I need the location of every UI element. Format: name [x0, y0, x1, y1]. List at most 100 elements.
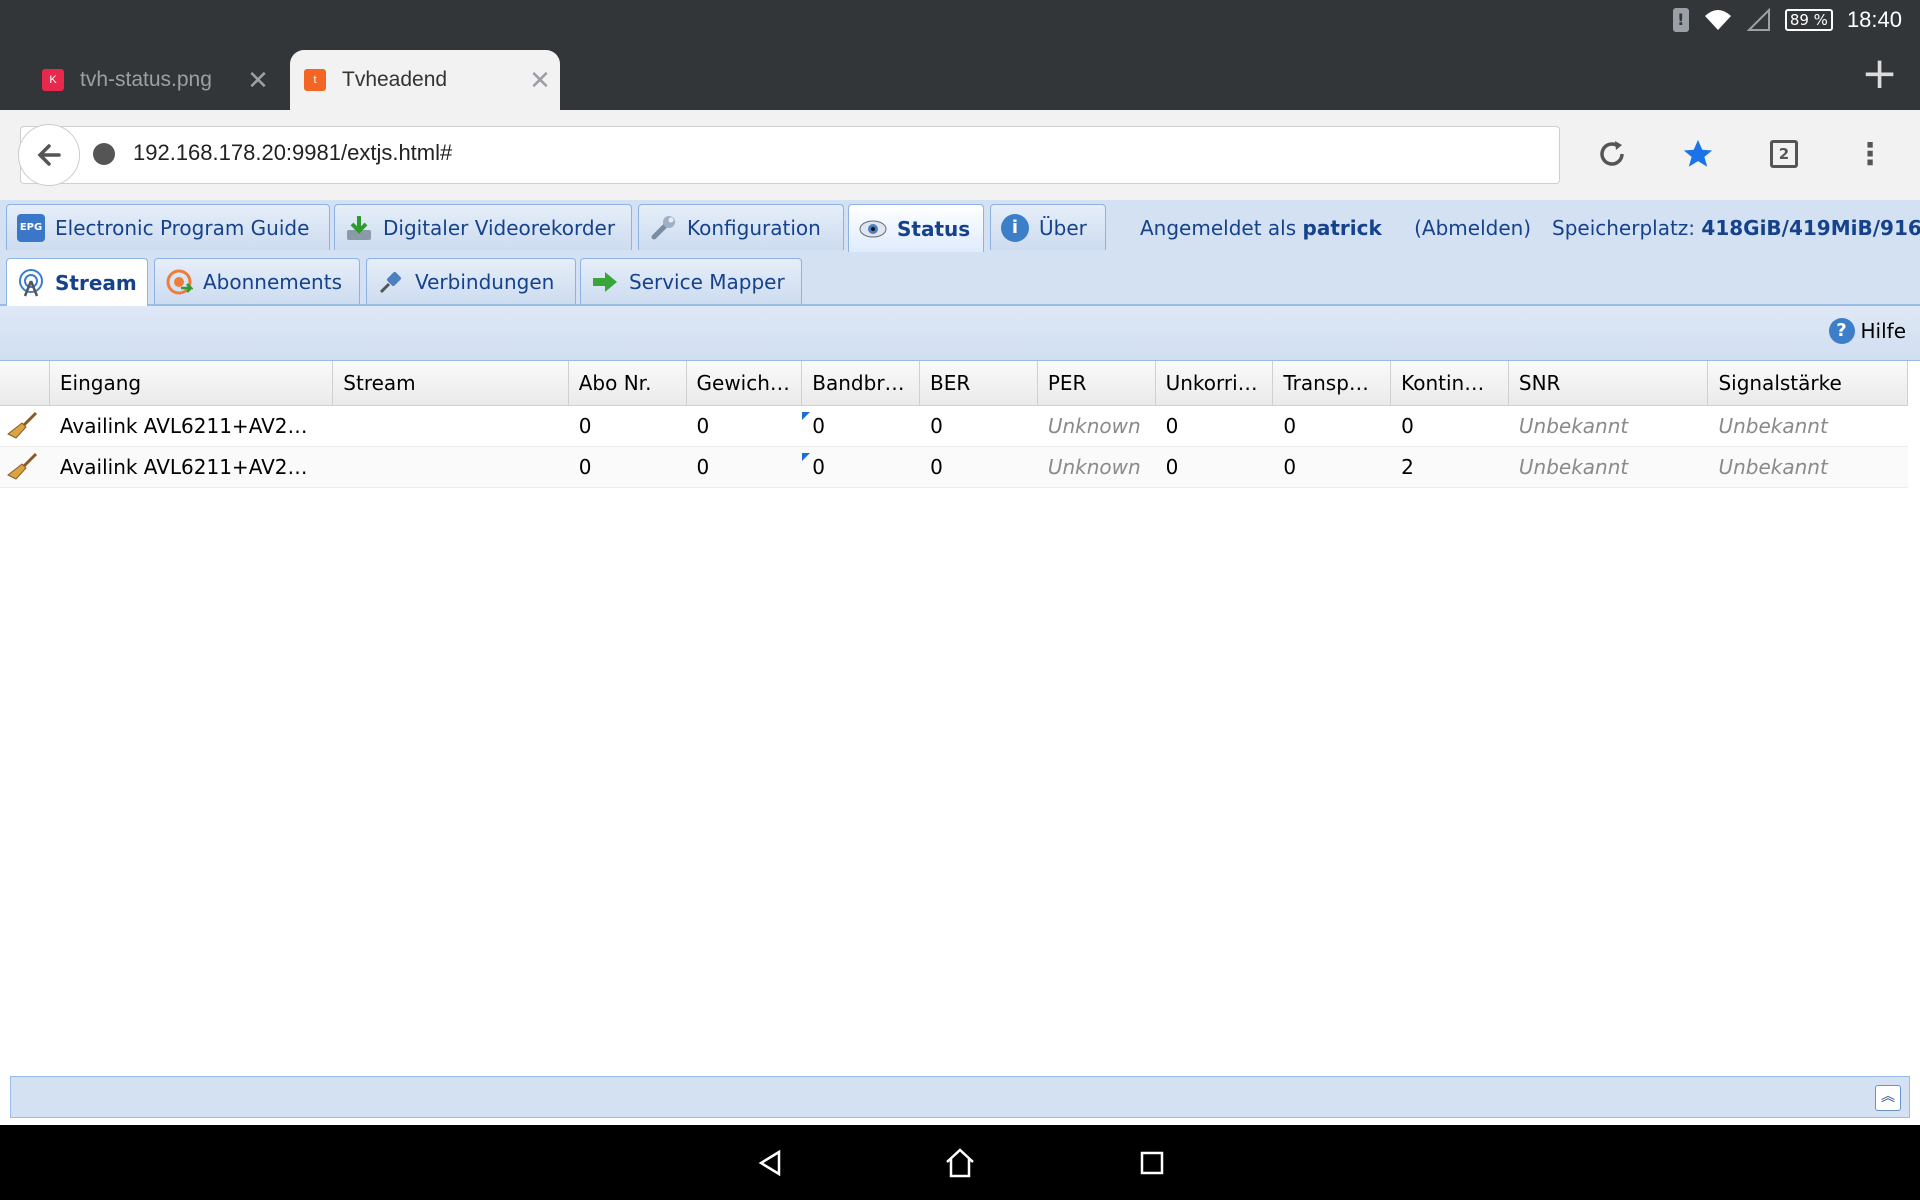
back-arrow-icon	[37, 144, 61, 166]
tab-status[interactable]: Status	[848, 204, 984, 252]
storage-value: 418GiB/419MiB/916	[1701, 216, 1920, 240]
cell-kontinuitaet: 0	[1401, 414, 1414, 438]
cell-signalstaerke: Unbekannt	[1718, 414, 1828, 438]
bookmark-button[interactable]	[1678, 134, 1718, 174]
column-header-signalstaerke[interactable]: Signalstärke	[1708, 361, 1908, 405]
cell-per: Unknown	[1047, 455, 1141, 479]
favicon-icon: t	[304, 69, 326, 91]
cell-snr: Unbekannt	[1518, 455, 1629, 479]
broom-icon[interactable]	[6, 410, 38, 442]
menu-button[interactable]: ⋮	[1850, 134, 1890, 174]
nav-back-button[interactable]	[750, 1143, 790, 1183]
subscription-icon	[165, 268, 195, 296]
expand-log-button[interactable]: ︽	[1875, 1085, 1901, 1111]
cell-unkorrigiert: 0	[1165, 455, 1179, 479]
column-header-abo-nr[interactable]: Abo Nr.	[569, 361, 687, 405]
tab-label: Digitaler Videorekorder	[383, 215, 616, 240]
cell-unkorrigiert: 0	[1165, 414, 1179, 438]
tab-dvr[interactable]: Digitaler Videorekorder	[334, 204, 632, 250]
tab-label: Stream	[55, 270, 137, 295]
tab-konfiguration[interactable]: Konfiguration	[638, 204, 844, 250]
wifi-icon	[1704, 10, 1731, 30]
main-tab-bar: EPG Electronic Program Guide Digitaler V…	[0, 200, 1920, 253]
reload-icon	[1600, 141, 1624, 166]
column-header-eingang[interactable]: Eingang	[50, 361, 334, 405]
help-icon: ?	[1828, 318, 1855, 344]
tab-verbindungen[interactable]: Verbindungen	[366, 258, 576, 304]
close-tab-icon[interactable]: ✕	[520, 65, 560, 96]
new-tab-button[interactable]: +	[1861, 52, 1898, 96]
nav-recents-button[interactable]	[1132, 1143, 1172, 1183]
browser-tab-tvheadend[interactable]: t Tvheadend ✕	[290, 50, 560, 110]
back-button[interactable]	[18, 124, 80, 186]
tab-label: Über	[1039, 215, 1087, 240]
android-status-bar: ! 89 % 18:40	[0, 0, 1920, 40]
help-button[interactable]: ? Hilfe	[1828, 318, 1906, 344]
sim-alert-icon: !	[1672, 8, 1689, 32]
login-info: Angemeldet als patrick (Abmelden)	[1140, 216, 1531, 240]
square-recents-icon	[1140, 1151, 1164, 1175]
cell-ber: 0	[930, 414, 943, 438]
cell-eingang: Availink AVL6211+AV2…	[59, 414, 308, 438]
clear-stats-cell[interactable]	[0, 406, 50, 446]
address-bar[interactable]: 192.168.178.20:9981/extjs.html#	[20, 126, 1560, 184]
cell-per: Unknown	[1047, 414, 1141, 438]
cell-value: 0	[812, 414, 826, 438]
plug-icon	[377, 268, 405, 296]
tab-service-mapper[interactable]: Service Mapper	[580, 258, 802, 304]
column-header-unkorrigiert[interactable]: Unkorri…	[1156, 361, 1274, 405]
favicon-icon: K	[42, 69, 64, 91]
column-header[interactable]	[0, 361, 50, 405]
status-sub-tab-bar: Stream Abonnements Verbindungen Service …	[0, 252, 1920, 306]
browser-tab-strip: K tvh-status.png ✕ t Tvheadend ✕ +	[0, 40, 1920, 110]
broom-icon[interactable]	[6, 451, 38, 483]
star-icon	[1683, 139, 1713, 167]
cell-bandbreite: 0	[802, 406, 920, 446]
table-row[interactable]: Availink AVL6211+AV2… 0 0 0 0 Unknown 0 …	[0, 406, 1908, 447]
kebab-menu-icon: ⋮	[1855, 136, 1885, 172]
column-header-bandbreite[interactable]: Bandbr…	[802, 361, 921, 405]
tab-ueber[interactable]: i Über	[990, 204, 1106, 250]
tabs-count-icon: 2	[1770, 140, 1798, 168]
tab-label: Konfiguration	[687, 215, 821, 240]
cell-gewichtung: 0	[696, 455, 710, 479]
reload-button[interactable]	[1592, 134, 1632, 174]
tab-label: Verbindungen	[415, 269, 555, 294]
logged-in-label: Angemeldet als	[1140, 216, 1297, 240]
antenna-icon	[17, 268, 45, 297]
cell-kontinuitaet: 2	[1401, 455, 1414, 479]
column-header-per[interactable]: PER	[1038, 361, 1156, 405]
cell-gewichtung: 0	[696, 414, 710, 438]
clear-stats-cell[interactable]	[0, 447, 50, 487]
double-chevron-up-icon: ︽	[1881, 1089, 1895, 1105]
column-header-gewichtung[interactable]: Gewich…	[687, 361, 803, 405]
grid-header: Eingang Stream Abo Nr. Gewich… Bandbr… B…	[0, 361, 1908, 406]
tab-title: Tvheadend	[342, 68, 448, 91]
column-header-ber[interactable]: BER	[920, 361, 1038, 405]
home-icon	[946, 1148, 974, 1178]
cell-bandbreite: 0	[802, 447, 920, 487]
tab-switcher-button[interactable]: 2	[1764, 134, 1804, 174]
column-header-snr[interactable]: SNR	[1509, 361, 1709, 405]
battery-indicator: 89 %	[1784, 9, 1833, 31]
column-header-kontinuitaet[interactable]: Kontin…	[1391, 361, 1509, 405]
tab-abonnements[interactable]: Abonnements	[154, 258, 360, 304]
close-tab-icon[interactable]: ✕	[238, 65, 278, 96]
cell-value: 0	[812, 455, 826, 479]
dvr-download-icon	[345, 214, 373, 242]
clock: 18:40	[1846, 7, 1902, 32]
log-panel-collapsed: ︽	[10, 1076, 1910, 1118]
column-header-transport[interactable]: Transp…	[1273, 361, 1392, 405]
nav-home-button[interactable]	[940, 1143, 980, 1183]
tab-epg[interactable]: EPG Electronic Program Guide	[6, 204, 330, 250]
info-icon: i	[1001, 213, 1029, 242]
browser-tab-tvh-status[interactable]: K tvh-status.png ✕	[28, 50, 278, 110]
tab-stream[interactable]: Stream	[6, 258, 148, 306]
tab-label: Service Mapper	[629, 269, 785, 294]
column-header-stream[interactable]: Stream	[333, 361, 569, 405]
logout-link[interactable]: (Abmelden)	[1414, 216, 1531, 240]
url-text[interactable]: 192.168.178.20:9981/extjs.html#	[133, 140, 452, 166]
triangle-back-icon	[758, 1149, 781, 1177]
table-row[interactable]: Availink AVL6211+AV2… 0 0 0 0 Unknown 0 …	[0, 447, 1908, 488]
cell-snr: Unbekannt	[1518, 414, 1629, 438]
